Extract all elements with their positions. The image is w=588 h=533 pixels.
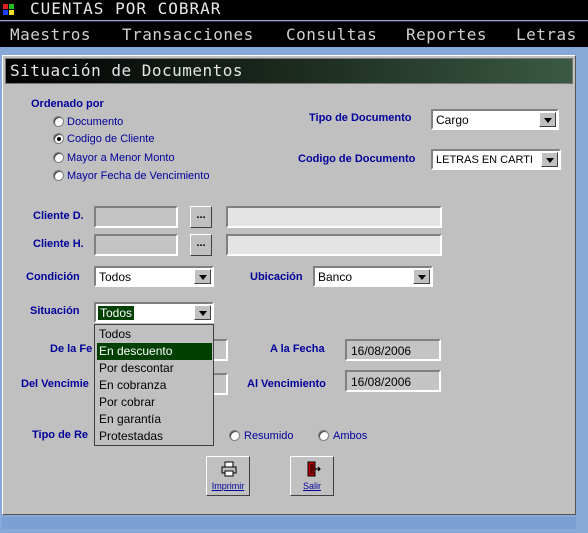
a-la-fecha-label: A la Fecha <box>270 343 325 355</box>
de-la-fecha-label: De la Fe <box>50 343 93 355</box>
cliente-h-label: Cliente H. <box>33 238 84 250</box>
tipo-reporte-label: Tipo de Re <box>32 429 89 441</box>
window-title: Situación de Documentos <box>10 61 244 80</box>
app-title: CUENTAS POR COBRAR <box>30 0 222 18</box>
menu-letras[interactable]: Letras <box>516 26 577 44</box>
codigo-documento-value: LETRAS EN CARTI <box>436 154 533 166</box>
situacion-dropdown-list: Todos En descuento Por descontar En cobr… <box>94 324 214 446</box>
radio-ambos-label[interactable]: Ambos <box>333 429 367 443</box>
a-la-fecha-value: 16/08/2006 <box>351 344 412 358</box>
al-vencimiento-field[interactable]: 16/08/2006 <box>345 370 441 392</box>
imprimir-button[interactable]: Imprimir <box>206 456 250 496</box>
condicion-label: Condición <box>26 271 80 283</box>
imprimir-label: Imprimir <box>211 481 245 491</box>
tipo-documento-label: Tipo de Documento <box>309 112 412 124</box>
radio-codigo-cliente[interactable] <box>53 133 64 144</box>
radio-mayor-menor-monto-label[interactable]: Mayor a Menor Monto <box>67 151 175 165</box>
condicion-select[interactable]: Todos <box>94 266 214 287</box>
radio-mayor-fecha-vencimiento[interactable] <box>53 170 64 181</box>
salir-label: Salir <box>302 481 321 491</box>
ubicacion-value: Banco <box>318 270 353 284</box>
ubicacion-select[interactable]: Banco <box>313 266 433 287</box>
radio-documento-label[interactable]: Documento <box>67 115 123 129</box>
exit-door-icon <box>307 461 321 477</box>
situacion-option-todos[interactable]: Todos <box>97 326 212 343</box>
situacion-value: Todos <box>98 306 135 320</box>
ubicacion-label: Ubicación <box>250 271 303 283</box>
radio-resumido-label[interactable]: Resumido <box>244 429 294 443</box>
radio-mayor-fecha-vencimiento-label[interactable]: Mayor Fecha de Vencimiento <box>67 169 209 183</box>
situacion-option-por-cobrar[interactable]: Por cobrar <box>97 394 212 411</box>
radio-resumido[interactable] <box>229 430 240 441</box>
a-la-fecha-field[interactable]: 16/08/2006 <box>345 339 441 361</box>
situacion-option-en-garantia[interactable]: En garantía <box>97 411 212 428</box>
situacion-label: Situación <box>30 305 80 317</box>
radio-ambos[interactable] <box>318 430 329 441</box>
app-logo-icon <box>3 4 17 16</box>
menu-reportes[interactable]: Reportes <box>406 26 487 44</box>
window-titlebar[interactable]: Situación de Documentos <box>5 58 573 84</box>
radio-codigo-cliente-label[interactable]: Codigo de Cliente <box>67 132 154 146</box>
codigo-documento-select[interactable]: LETRAS EN CARTI <box>431 149 561 170</box>
del-vencimiento-label: Del Vencimie <box>21 378 89 390</box>
cliente-h-name-field[interactable] <box>226 234 442 256</box>
menu-transacciones[interactable]: Transacciones <box>122 26 254 44</box>
chevron-down-icon[interactable] <box>539 112 556 127</box>
situacion-documentos-window: Situación de Documentos Ordenado por Doc… <box>2 55 576 515</box>
cliente-h-lookup-button[interactable]: ... <box>190 234 212 256</box>
radio-mayor-menor-monto[interactable] <box>53 152 64 163</box>
menu-consultas[interactable]: Consultas <box>286 26 377 44</box>
situacion-option-por-descontar[interactable]: Por descontar <box>97 360 212 377</box>
tipo-documento-value: Cargo <box>436 113 469 127</box>
cliente-d-code-field[interactable] <box>94 206 178 228</box>
situacion-option-protestadas[interactable]: Protestadas <box>97 428 212 445</box>
salir-button[interactable]: Salir <box>290 456 334 496</box>
situacion-option-en-descuento[interactable]: En descuento <box>97 343 212 360</box>
cliente-d-label: Cliente D. <box>33 210 84 222</box>
radio-documento[interactable] <box>53 116 64 127</box>
al-vencimiento-label: Al Vencimiento <box>247 378 326 390</box>
tipo-documento-select[interactable]: Cargo <box>431 109 559 130</box>
codigo-documento-label: Codigo de Documento <box>298 153 416 165</box>
condicion-value: Todos <box>99 270 132 284</box>
cliente-h-code-field[interactable] <box>94 234 178 256</box>
printer-icon <box>221 461 237 477</box>
cliente-d-lookup-button[interactable]: ... <box>190 206 212 228</box>
situacion-option-en-cobranza[interactable]: En cobranza <box>97 377 212 394</box>
menu-maestros[interactable]: Maestros <box>10 26 91 44</box>
menu-bar: Maestros Transacciones Consultas Reporte… <box>0 21 588 47</box>
chevron-down-icon[interactable] <box>541 152 558 167</box>
chevron-down-icon[interactable] <box>194 305 211 320</box>
status-strip <box>2 517 576 529</box>
cliente-d-name-field[interactable] <box>226 206 442 228</box>
app-titlebar: CUENTAS POR COBRAR <box>0 0 588 20</box>
chevron-down-icon[interactable] <box>413 269 430 284</box>
chevron-down-icon[interactable] <box>194 269 211 284</box>
situacion-select[interactable]: Todos <box>94 302 214 323</box>
al-vencimiento-value: 16/08/2006 <box>351 375 412 389</box>
ordenado-por-label: Ordenado por <box>31 98 104 110</box>
